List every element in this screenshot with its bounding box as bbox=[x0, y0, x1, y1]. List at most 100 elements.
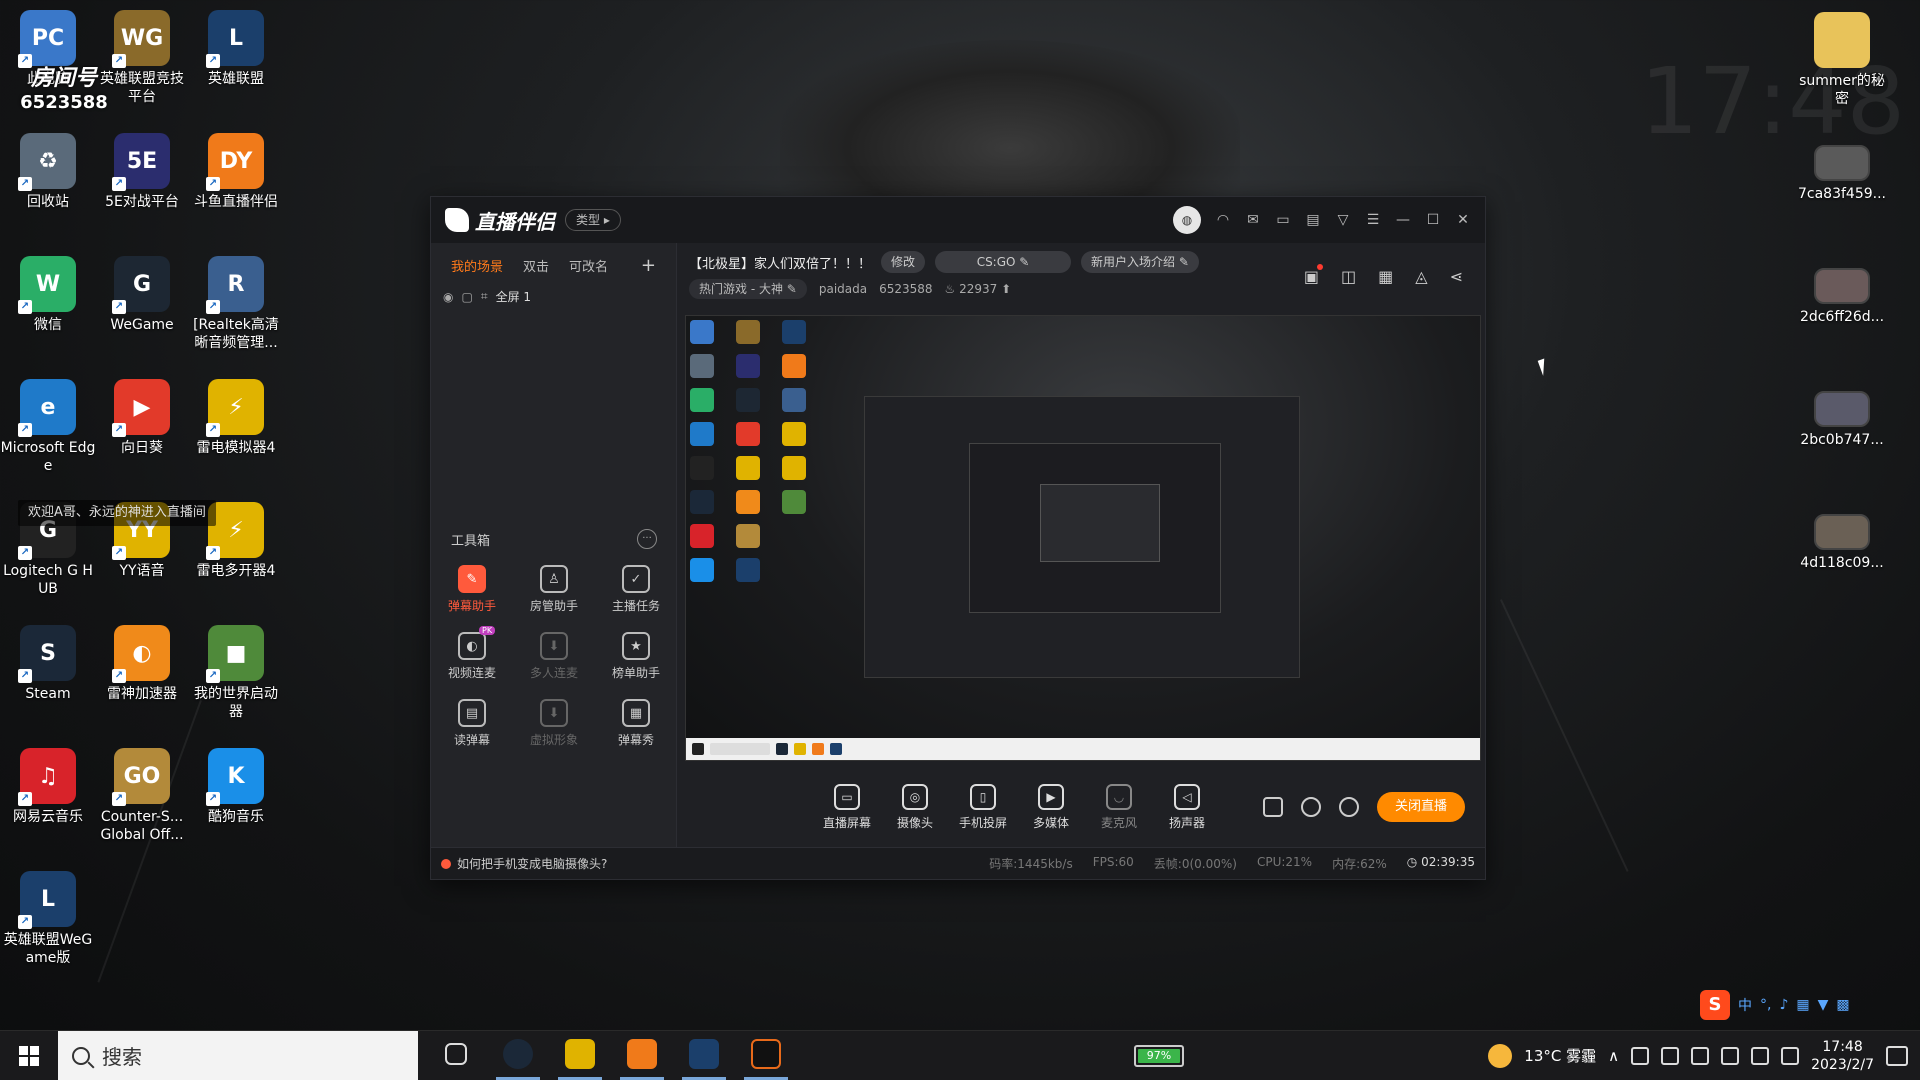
tool-item[interactable]: ▦ 弹幕秀 bbox=[595, 699, 677, 748]
desktop-icon[interactable]: ◐ ↗ 雷神加速器 bbox=[94, 619, 190, 703]
desktop-icon[interactable]: 5E ↗ 5E对战平台 bbox=[94, 127, 190, 211]
shirt-icon[interactable]: ▽ bbox=[1335, 212, 1351, 228]
settings-gear-icon[interactable] bbox=[1339, 797, 1359, 817]
desktop-icon[interactable]: K ↗ 酷狗音乐 bbox=[188, 742, 284, 826]
tool-item[interactable]: ◐ PK 视频连麦 bbox=[431, 626, 513, 681]
taskbar-douyu[interactable] bbox=[620, 1032, 664, 1080]
tab-my-scenes[interactable]: 我的场景 bbox=[451, 256, 503, 275]
taskbar-search[interactable]: 搜索 bbox=[58, 1030, 418, 1080]
tool-item[interactable]: ⬇ 虚拟形象 bbox=[513, 699, 595, 748]
desktop-icon[interactable]: ■ ↗ 我的世界启动器 bbox=[188, 619, 284, 721]
category-selector[interactable]: 热门游戏 - 大神 ✎ bbox=[689, 279, 807, 299]
mail-icon[interactable]: ✉ bbox=[1245, 212, 1261, 228]
desktop-file-icon[interactable]: 4d118c09... bbox=[1794, 498, 1890, 572]
desktop-file-icon[interactable]: 2dc6ff26d... bbox=[1794, 252, 1890, 326]
shortcut-arrow-icon: ↗ bbox=[112, 669, 126, 683]
desktop-icon[interactable]: G ↗ WeGame bbox=[94, 250, 190, 334]
more-icon[interactable]: ··· bbox=[637, 529, 657, 549]
desktop-icon[interactable]: GO ↗ Counter-S... Global Off... bbox=[94, 742, 190, 844]
screen-capture-button[interactable]: ▭ 直播屏幕 bbox=[813, 783, 881, 831]
maximize-icon[interactable]: ☐ bbox=[1425, 212, 1441, 228]
desktop-icon[interactable]: L ↗ 英雄联盟WeGame版 bbox=[0, 865, 96, 967]
layout-icon[interactable]: ▤ bbox=[1305, 212, 1321, 228]
ime-mode[interactable]: 中 bbox=[1738, 995, 1752, 1015]
user-avatar[interactable]: ◍ bbox=[1173, 206, 1201, 234]
gift-icon[interactable]: ▣ bbox=[1304, 264, 1324, 286]
speaker-button[interactable]: ◁ 扬声器 bbox=[1153, 783, 1221, 831]
preview-eye-icon[interactable] bbox=[1301, 797, 1321, 817]
edit-title-button[interactable]: 修改 bbox=[881, 251, 926, 273]
toolbox-icon[interactable]: ▩ bbox=[1836, 997, 1849, 1013]
stop-stream-button[interactable]: 关闭直播 bbox=[1377, 792, 1465, 822]
app-tray-icon[interactable] bbox=[1661, 1046, 1680, 1065]
intro-selector[interactable]: 新用户入场介绍 ✎ bbox=[1081, 251, 1199, 273]
weather-text[interactable]: 13°C 雾霾 bbox=[1524, 1045, 1596, 1066]
headset-icon[interactable]: ◠ bbox=[1215, 212, 1231, 228]
unlock-icon[interactable]: ◫ bbox=[1341, 267, 1356, 286]
lock-icon[interactable]: ▢ bbox=[461, 290, 472, 304]
scene-item-fullscreen[interactable]: ◉ ▢ ⌗ 全屏 1 bbox=[431, 284, 676, 309]
desktop-icon[interactable]: L ↗ 英雄联盟 bbox=[188, 4, 284, 88]
desktop-icon[interactable]: ♫ ↗ 网易云音乐 bbox=[0, 742, 96, 826]
keyboard-icon[interactable]: ▦ bbox=[1796, 997, 1809, 1013]
battery-tray-icon[interactable] bbox=[1691, 1046, 1710, 1065]
voice-icon[interactable]: ♪ bbox=[1779, 997, 1788, 1013]
tool-item[interactable]: ✎ 弹幕助手 bbox=[431, 565, 513, 614]
taskbar-ghub[interactable] bbox=[744, 1032, 788, 1080]
battery-indicator[interactable]: 97% bbox=[1134, 1045, 1184, 1067]
desktop-file-icon[interactable]: summer的秘密 bbox=[1794, 6, 1890, 108]
desktop-icon[interactable]: ♻ ↗ 回收站 bbox=[0, 127, 96, 211]
screen-icon[interactable]: ▭ bbox=[1275, 212, 1291, 228]
add-scene-icon[interactable]: + bbox=[641, 255, 656, 276]
desktop-file-icon[interactable]: 7ca83f459... bbox=[1794, 129, 1890, 203]
weather-icon[interactable] bbox=[1488, 1043, 1513, 1068]
taskbar-lol[interactable] bbox=[682, 1032, 726, 1080]
close-icon[interactable]: ✕ bbox=[1455, 212, 1471, 228]
start-button[interactable] bbox=[0, 1031, 58, 1080]
desktop-icon[interactable]: W ↗ 微信 bbox=[0, 250, 96, 334]
phone-cast-button[interactable]: ▯ 手机投屏 bbox=[949, 783, 1017, 831]
taskbar-steam[interactable] bbox=[496, 1032, 540, 1080]
tool-item[interactable]: ♙ 房管助手 bbox=[513, 565, 595, 614]
multimedia-button[interactable]: ▶ 多媒体 bbox=[1017, 783, 1085, 831]
desktop-file-icon[interactable]: 2bc0b747... bbox=[1794, 375, 1890, 449]
desktop-icon[interactable]: ▶ ↗ 向日葵 bbox=[94, 373, 190, 457]
taskbar-clock[interactable]: 17:48 2023/2/7 bbox=[1811, 1038, 1874, 1074]
network-tray-icon[interactable] bbox=[1721, 1046, 1740, 1065]
eye-icon[interactable]: ◉ bbox=[443, 290, 453, 304]
camera-button[interactable]: ◎ 摄像头 bbox=[881, 783, 949, 831]
mic-tray-icon[interactable] bbox=[1631, 1046, 1650, 1065]
record-icon[interactable] bbox=[1263, 797, 1283, 817]
chevron-up-icon[interactable]: ∧ bbox=[1608, 1047, 1619, 1065]
desktop-icon[interactable]: DY ↗ 斗鱼直播伴侣 bbox=[188, 127, 284, 211]
volume-tray-icon[interactable] bbox=[1751, 1046, 1770, 1065]
skin-icon[interactable]: ▼ bbox=[1818, 997, 1829, 1013]
phone-icon: ▯ bbox=[970, 783, 996, 810]
tab-double-click[interactable]: 双击 bbox=[523, 256, 549, 275]
desktop-icon[interactable]: R ↗ [Realtek高清晰音频管理... bbox=[188, 250, 284, 352]
tab-rename[interactable]: 可改名 bbox=[569, 256, 608, 275]
category-type-button[interactable]: 类型 ▸ bbox=[565, 209, 621, 231]
desktop-icon[interactable]: S ↗ Steam bbox=[0, 619, 96, 703]
tool-item[interactable]: ✓ 主播任务 bbox=[595, 565, 677, 614]
tool-item[interactable]: ★ 榜单助手 bbox=[595, 632, 677, 681]
tool-item[interactable]: ▤ 读弹幕 bbox=[431, 699, 513, 748]
ime-tray-icon[interactable] bbox=[1781, 1046, 1800, 1065]
punctuation-icon[interactable]: °, bbox=[1760, 997, 1771, 1013]
window-icon[interactable]: ▦ bbox=[1378, 267, 1393, 286]
tool-item[interactable]: ⬇ 多人连麦 bbox=[513, 632, 595, 681]
game-selector[interactable]: CS:GO ✎ bbox=[935, 251, 1072, 273]
bell-icon[interactable]: ◬ bbox=[1415, 267, 1427, 286]
share-icon[interactable]: ⋖ bbox=[1450, 267, 1463, 286]
task-view-button[interactable] bbox=[434, 1032, 478, 1080]
desktop-icon[interactable]: ⚡ ↗ 雷电模拟器4 bbox=[188, 373, 284, 457]
help-tip[interactable]: 如何把手机变成电脑摄像头? bbox=[441, 855, 607, 872]
minimize-icon[interactable]: — bbox=[1395, 212, 1411, 228]
microphone-button[interactable]: ◡ 麦克风 bbox=[1085, 783, 1153, 831]
notification-icon[interactable] bbox=[1886, 1045, 1908, 1066]
stream-preview[interactable] bbox=[685, 315, 1481, 761]
taskbar-yy[interactable] bbox=[558, 1032, 602, 1080]
desktop-icon[interactable]: e ↗ Microsoft Edge bbox=[0, 373, 96, 475]
sogou-ime-icon[interactable]: S bbox=[1700, 990, 1730, 1020]
menu-icon[interactable]: ☰ bbox=[1365, 212, 1381, 228]
